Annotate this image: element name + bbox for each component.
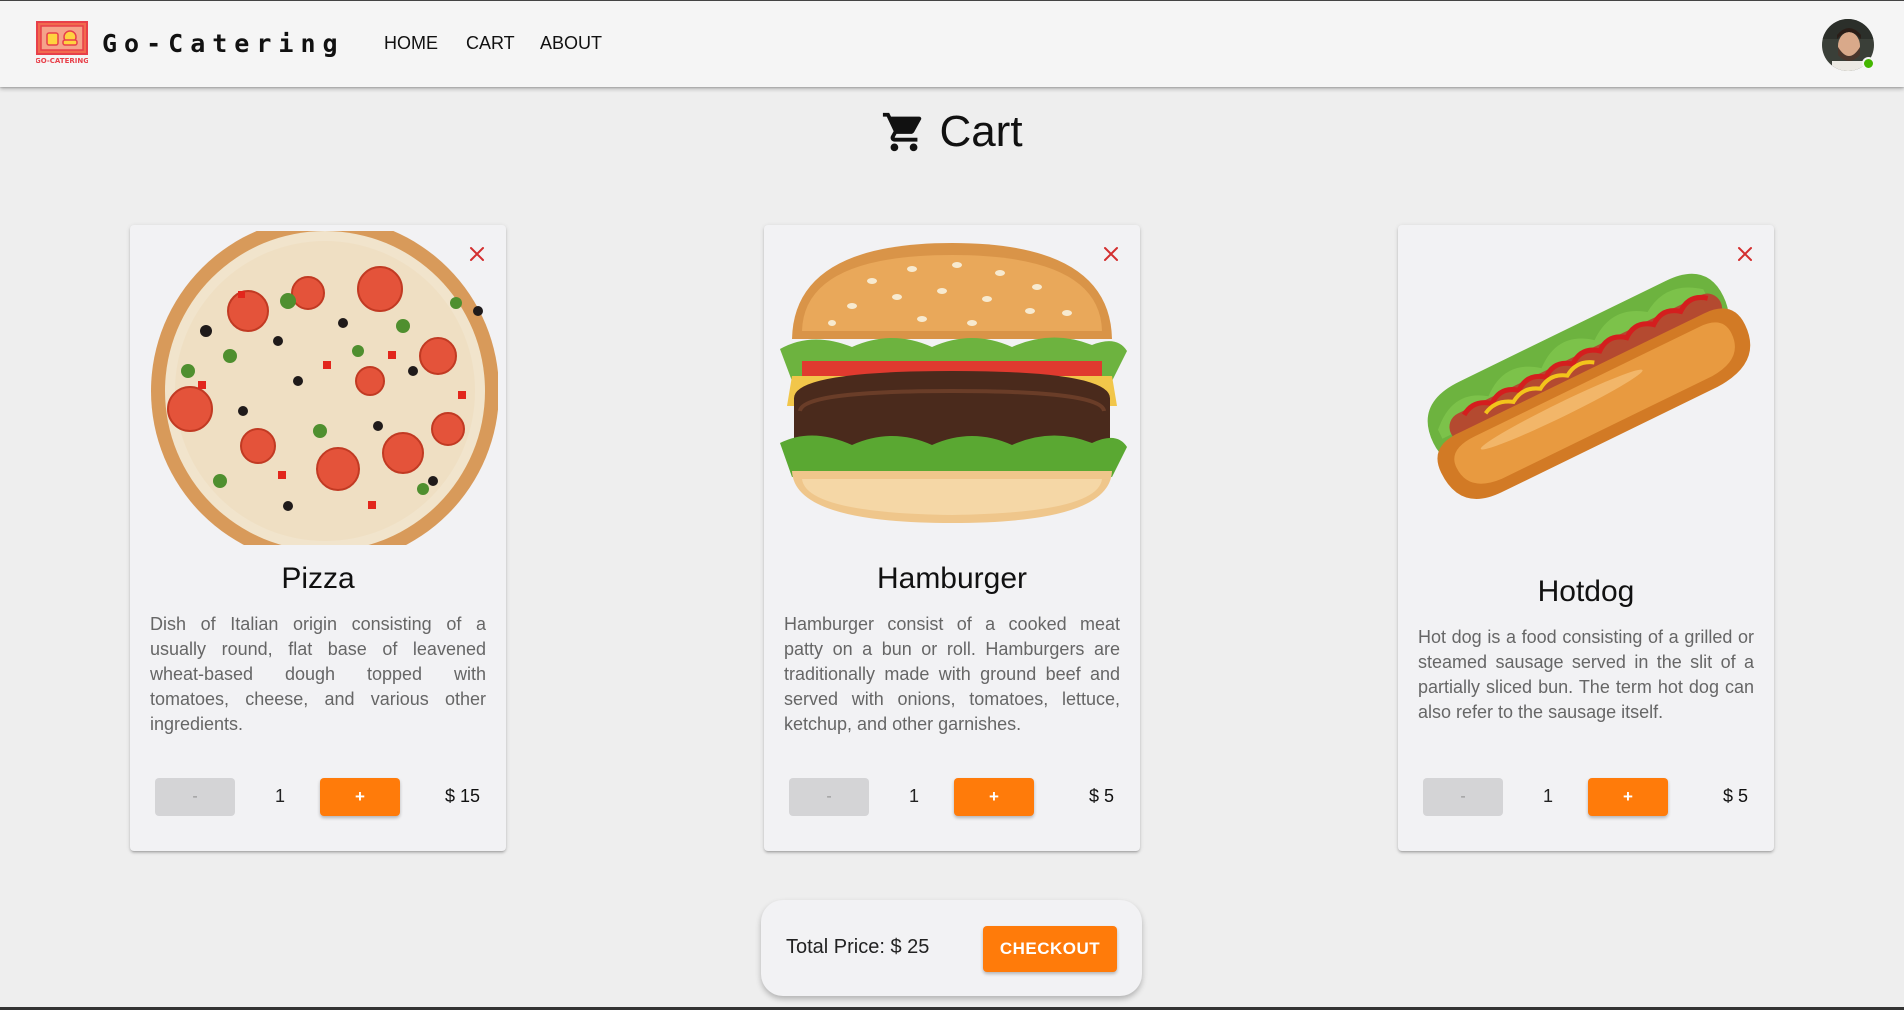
app-bar: GO-CATERING Go-Catering HOME CART ABOUT [0,0,1904,87]
nav-home-link[interactable]: HOME [384,33,438,54]
brand-title: Go-Catering [102,29,345,58]
item-name: Pizza [281,562,355,595]
cart-item-card-hamburger: Hamburger Hamburger consist of a cooked … [764,225,1140,851]
total-price: Total Price: $ 25 [786,936,930,958]
hamburger-image [772,231,1132,551]
hotdog-image [1406,231,1766,551]
quantity-value: 1 [908,786,919,806]
quantity-controls: - 1 + $ 5 [764,778,1140,818]
item-price: $ 5 [1722,786,1748,806]
quantity-value: 1 [1542,786,1553,806]
item-description: Hamburger consist of a cooked meat patty… [784,614,1120,734]
page-title: Cart [0,104,1904,160]
quantity-controls: - 1 + $ 5 [1398,778,1774,818]
item-name: Hamburger [876,562,1028,595]
remove-item-close-icon[interactable] [466,243,488,265]
shopping-cart-icon [883,112,922,152]
cart-summary: Total Price: $ 25 CHECKOUT [761,900,1142,996]
cart-item-card-hotdog: Hotdog Hot dog is a food consisting of a… [1398,225,1774,851]
svg-text:GO-CATERING: GO-CATERING [36,57,88,65]
decrease-quantity-button[interactable]: - [155,778,235,816]
nav-cart-link[interactable]: CART [466,33,515,54]
decrease-quantity-button[interactable]: - [1423,778,1503,816]
quantity-value: 1 [274,786,285,806]
nav-about-link[interactable]: ABOUT [540,33,602,54]
item-description: Hot dog is a food consisting of a grille… [1418,627,1754,722]
remove-item-close-icon[interactable] [1100,243,1122,265]
page-title-text: Cart [939,107,1023,156]
checkout-button[interactable]: CHECKOUT [983,926,1117,972]
pizza-image [138,231,498,551]
item-price: $ 15 [444,786,480,806]
go-catering-logo[interactable]: GO-CATERING [35,21,89,67]
increase-quantity-button[interactable]: + [320,778,400,816]
increase-quantity-button[interactable]: + [954,778,1034,816]
item-description: Dish of Italian origin consisting of a u… [150,614,486,734]
quantity-controls: - 1 + $ 15 [130,778,506,818]
item-price: $ 5 [1088,786,1114,806]
remove-item-close-icon[interactable] [1734,243,1756,265]
increase-quantity-button[interactable]: + [1588,778,1668,816]
item-name: Hotdog [1537,575,1635,608]
cart-item-card-pizza: Pizza Dish of Italian origin consisting … [130,225,506,851]
decrease-quantity-button[interactable]: - [789,778,869,816]
user-avatar[interactable] [1822,19,1875,71]
online-status-dot [1862,57,1875,70]
